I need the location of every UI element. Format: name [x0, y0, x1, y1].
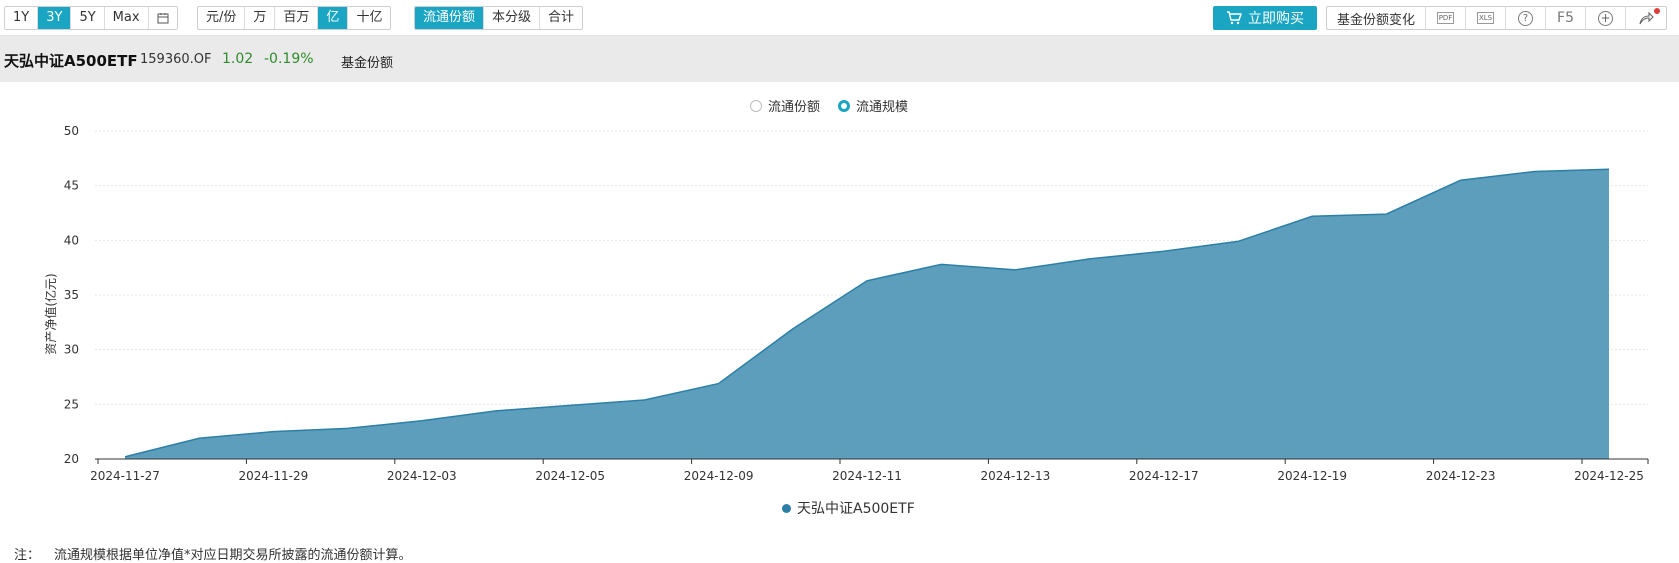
- x-tick-label: 2024-12-13: [981, 469, 1051, 483]
- fund-code: 159360.OF: [140, 52, 211, 67]
- y-tick-label: 25: [64, 397, 79, 411]
- unit-million-button[interactable]: 百万: [275, 7, 318, 29]
- right-tools: 基金份额变化 PDF XLS ? F5 +: [1326, 6, 1667, 30]
- x-tick-label: 2024-12-09: [684, 469, 754, 483]
- legend-marker: [782, 504, 791, 513]
- period-1y-button[interactable]: 1Y: [5, 7, 38, 29]
- plus-icon: +: [1598, 11, 1613, 26]
- x-tick-label: 2024-12-23: [1426, 469, 1496, 483]
- xls-export-button[interactable]: XLS: [1466, 7, 1506, 29]
- chart-legend: 天弘中证A500ETF: [782, 498, 915, 518]
- unit-yi-button[interactable]: 亿: [318, 7, 348, 29]
- pdf-export-button[interactable]: PDF: [1426, 7, 1466, 29]
- share-icon: [1638, 11, 1654, 25]
- x-tick-label: 2024-12-17: [1129, 469, 1199, 483]
- xls-icon: XLS: [1477, 12, 1494, 24]
- fund-title-bar: 天弘中证A500ETF 159360.OF 1.02 -0.19% 基金份额: [0, 36, 1679, 82]
- add-button[interactable]: +: [1586, 7, 1626, 29]
- x-tick-label: 2024-11-27: [90, 469, 160, 483]
- calendar-button[interactable]: [149, 7, 177, 29]
- footnote-label: 注：: [14, 548, 40, 563]
- fund-share-change-button[interactable]: 基金份额变化: [1327, 7, 1426, 29]
- f5-label: F5: [1557, 10, 1574, 26]
- notification-dot: [1654, 8, 1660, 14]
- cart-icon: [1226, 11, 1242, 25]
- x-tick-label: 2024-12-25: [1574, 469, 1644, 483]
- x-tick-label: 2024-12-19: [1277, 469, 1347, 483]
- unit-yuan-per-share-button[interactable]: 元/份: [198, 7, 245, 29]
- y-tick-label: 45: [64, 179, 79, 193]
- x-tick-label: 2024-12-11: [832, 469, 902, 483]
- legend-label: 天弘中证A500ETF: [797, 498, 915, 518]
- y-tick-label: 50: [64, 124, 79, 138]
- f5-refresh-button[interactable]: F5: [1546, 7, 1586, 29]
- y-tick-label: 35: [64, 288, 79, 302]
- unit-wan-button[interactable]: 万: [245, 7, 275, 29]
- series-area: [125, 169, 1609, 459]
- fund-nav: 1.02: [222, 51, 253, 67]
- unit-selector: 元/份 万 百万 亿 十亿: [197, 6, 391, 30]
- period-3y-button[interactable]: 3Y: [38, 7, 71, 29]
- chart-panel: 流通份额 流通规模 202530354045502024-11-272024-1…: [0, 82, 1679, 557]
- view-total-button[interactable]: 合计: [540, 7, 582, 29]
- fund-change: -0.19%: [264, 51, 314, 67]
- y-tick-label: 40: [64, 233, 79, 247]
- buy-now-label: 立即购买: [1248, 8, 1304, 28]
- y-tick-label: 20: [64, 452, 79, 466]
- section-title: 基金份额: [341, 52, 393, 71]
- area-chart: 20 25 30 35 40 45 50 2024-11-27 2024-11-29 2024-1…: [0, 82, 1679, 557]
- period-5y-button[interactable]: 5Y: [71, 7, 104, 29]
- pdf-icon: PDF: [1437, 12, 1455, 24]
- x-tick-label: 2024-12-03: [387, 469, 457, 483]
- view-selector: 流通份额 本分级 合计: [414, 6, 583, 30]
- x-tick-label: 2024-12-05: [535, 469, 605, 483]
- toolbar: 1Y 3Y 5Y Max 元/份 万 百万 亿 十亿 流通份额 本分级 合计 立: [0, 0, 1679, 36]
- buy-now-button[interactable]: 立即购买: [1213, 6, 1317, 30]
- unit-ten-yi-button[interactable]: 十亿: [348, 7, 390, 29]
- calendar-icon: [157, 12, 169, 24]
- period-selector: 1Y 3Y 5Y Max: [4, 6, 178, 30]
- view-circulating-share-button[interactable]: 流通份额: [415, 7, 484, 29]
- view-this-class-button[interactable]: 本分级: [484, 7, 540, 29]
- help-icon: ?: [1518, 11, 1533, 26]
- footnote-text: 流通规模根据单位净值*对应日期交易所披露的流通份额计算。: [54, 548, 412, 563]
- x-tick-label: 2024-11-29: [239, 469, 309, 483]
- y-tick-label: 30: [64, 343, 79, 357]
- fund-name: 天弘中证A500ETF: [4, 50, 138, 71]
- footnote: 注： 流通规模根据单位净值*对应日期交易所披露的流通份额计算。: [14, 544, 412, 563]
- y-axis-label: 资产净值(亿元): [43, 273, 58, 354]
- period-max-button[interactable]: Max: [105, 7, 149, 29]
- share-button[interactable]: [1626, 7, 1666, 29]
- help-button[interactable]: ?: [1506, 7, 1546, 29]
